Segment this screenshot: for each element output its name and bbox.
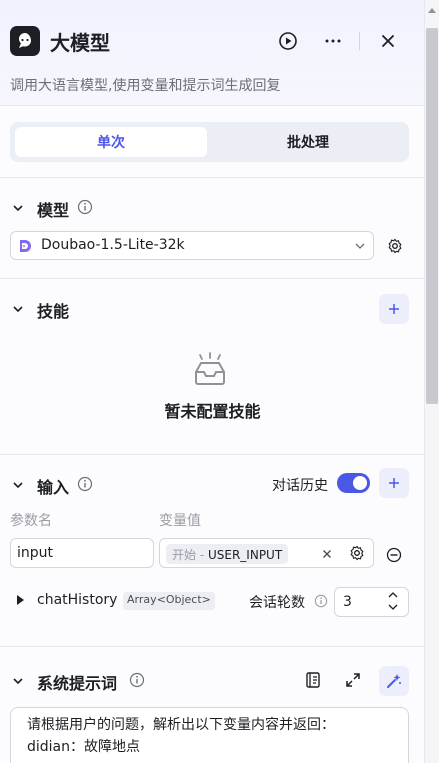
- node-logo-icon: [10, 26, 40, 56]
- chevron-down-icon: [355, 243, 365, 249]
- panel-subtitle: 调用大语言模型,使用变量和提示词生成回复: [10, 78, 281, 94]
- empty-inbox-icon: [195, 352, 225, 385]
- mode-tabs: 单次 批处理: [10, 122, 409, 162]
- info-icon[interactable]: [77, 199, 93, 215]
- expand-arrow-icon[interactable]: [17, 595, 24, 605]
- model-settings-gear-icon[interactable]: [387, 238, 403, 254]
- tab-single[interactable]: 单次: [15, 127, 207, 157]
- model-name: Doubao-1.5-Lite-32k: [41, 237, 185, 253]
- remove-input-icon[interactable]: [386, 547, 402, 563]
- more-button[interactable]: [320, 28, 346, 54]
- rounds-stepper[interactable]: 3: [334, 587, 409, 617]
- model-section-title: 模型: [37, 201, 70, 220]
- prompt-line: 请根据用户的问题，解析出以下变量内容并返回：: [27, 717, 335, 733]
- stepper-controls[interactable]: [388, 591, 398, 611]
- tab-batch[interactable]: 批处理: [212, 127, 404, 157]
- var-value-header: 变量值: [159, 513, 201, 529]
- history-param-name: chatHistory: [37, 592, 118, 608]
- plus-icon: [389, 304, 399, 314]
- add-skill-button[interactable]: [379, 294, 409, 324]
- model-select[interactable]: Doubao-1.5-Lite-32k: [10, 231, 374, 260]
- chevron-down-icon[interactable]: [12, 202, 24, 214]
- prompt-library-button[interactable]: [300, 667, 326, 693]
- var-settings-gear-icon[interactable]: [349, 545, 365, 561]
- add-input-button[interactable]: [379, 468, 409, 498]
- expand-icon: [346, 673, 360, 687]
- chat-history-toggle[interactable]: [337, 473, 370, 493]
- info-icon[interactable]: [129, 672, 145, 688]
- prompt-line: didian：故障地点: [27, 739, 141, 755]
- skills-empty-text: 暂未配置技能: [164, 402, 261, 421]
- close-icon: [382, 35, 394, 47]
- chevron-down-icon[interactable]: [12, 479, 24, 491]
- close-button[interactable]: [375, 28, 401, 54]
- llm-node-panel: 大模型 调用大语言模型,使用变量和提示词生成回复 单次 批处理 模型 Douba…: [0, 0, 425, 763]
- divider: [0, 454, 424, 455]
- var-source: 开始 -: [172, 548, 205, 562]
- system-prompt-title: 系统提示词: [37, 674, 118, 693]
- info-icon[interactable]: [314, 594, 328, 608]
- divider: [0, 646, 424, 647]
- rounds-value: 3: [343, 594, 352, 610]
- chat-history-label: 对话历史: [272, 478, 328, 494]
- var-name: USER_INPUT: [207, 548, 283, 562]
- param-name-input[interactable]: input: [10, 538, 154, 568]
- clear-var-icon[interactable]: [322, 549, 332, 559]
- more-icon: [325, 39, 341, 43]
- run-button[interactable]: [275, 28, 301, 54]
- magic-wand-icon: [387, 674, 401, 688]
- var-value-select[interactable]: 开始 - USER_INPUT: [159, 538, 374, 568]
- panel-header: 大模型 调用大语言模型,使用变量和提示词生成回复: [0, 0, 424, 106]
- skills-section-title: 技能: [37, 302, 70, 321]
- vertical-scrollbar[interactable]: [425, 0, 439, 763]
- system-prompt-editor[interactable]: 请根据用户的问题，解析出以下变量内容并返回： didian：故障地点 …: [10, 707, 409, 763]
- header-divider: [359, 32, 360, 50]
- expand-button[interactable]: [340, 667, 366, 693]
- chevron-down-icon[interactable]: [12, 303, 24, 315]
- type-badge: Array<Object>: [123, 592, 215, 610]
- param-name-header: 参数名: [10, 513, 52, 529]
- info-icon[interactable]: [77, 476, 93, 492]
- chevron-up-icon[interactable]: [388, 591, 398, 599]
- rounds-label: 会话轮数: [249, 595, 305, 611]
- doubao-model-icon: [20, 240, 31, 252]
- chevron-down-icon[interactable]: [388, 603, 398, 611]
- prompt-line: …: [27, 758, 392, 763]
- variable-reference-tag: 开始 - USER_INPUT: [166, 544, 289, 564]
- play-circle-icon: [279, 32, 297, 50]
- chevron-down-icon[interactable]: [12, 675, 24, 687]
- scroll-up-arrow-icon[interactable]: [428, 8, 436, 13]
- panel-title: 大模型: [50, 31, 110, 55]
- input-section-title: 输入: [37, 478, 70, 497]
- library-icon: [306, 672, 320, 688]
- divider: [0, 278, 424, 279]
- scrollbar-thumb[interactable]: [426, 28, 438, 404]
- plus-icon: [389, 478, 399, 488]
- divider: [0, 177, 424, 178]
- ai-optimize-button[interactable]: [379, 666, 409, 696]
